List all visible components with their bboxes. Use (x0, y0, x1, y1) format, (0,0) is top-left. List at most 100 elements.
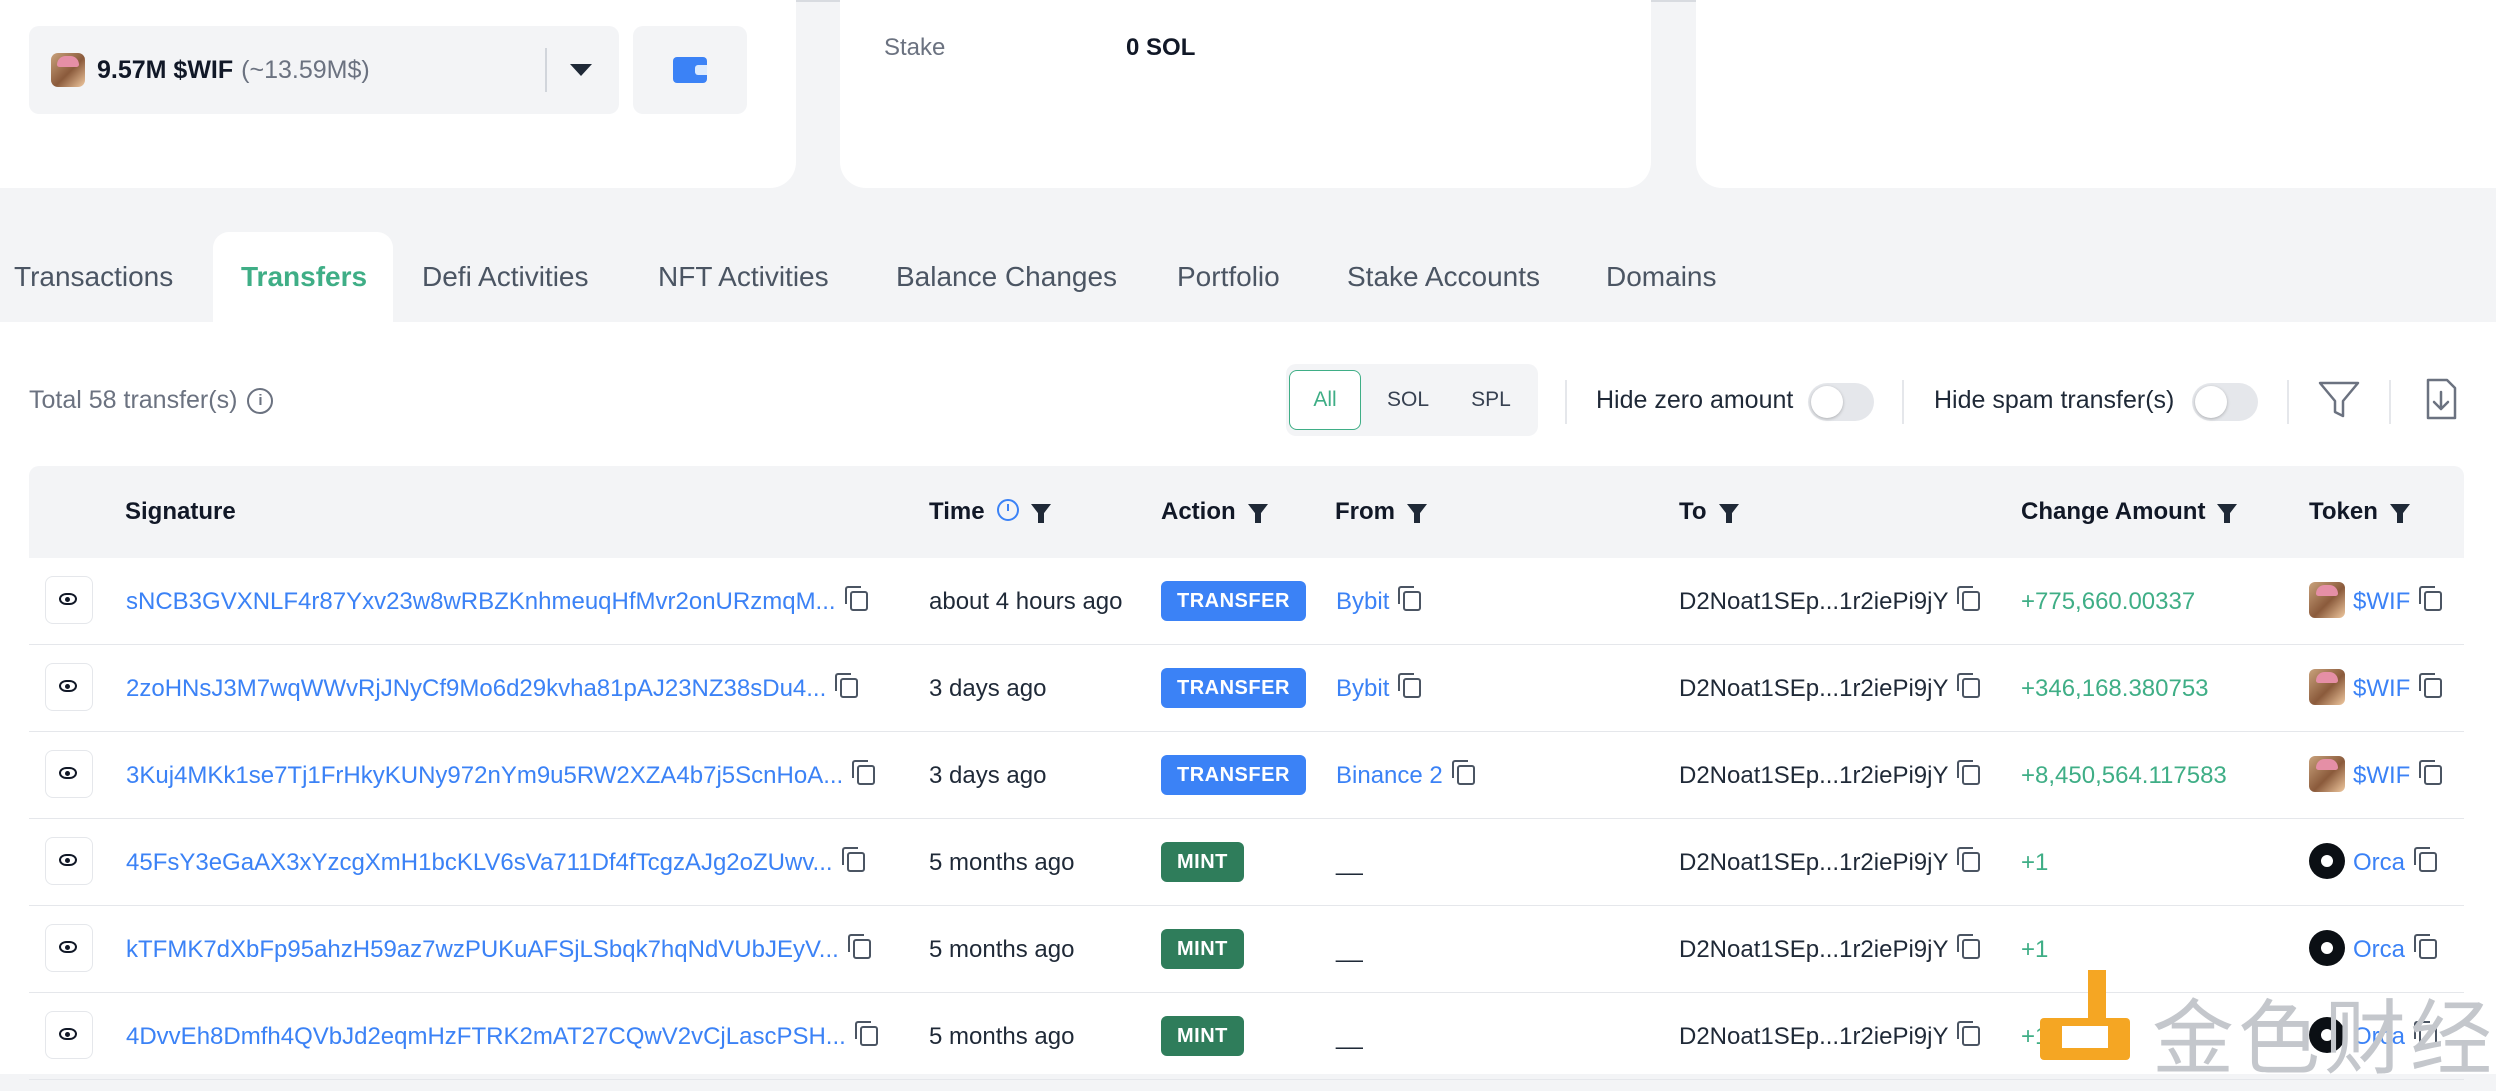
copy-icon[interactable] (1957, 933, 1981, 959)
token-link[interactable]: Orca (2353, 849, 2405, 876)
segment-sol[interactable]: SOL (1370, 370, 1446, 430)
view-details-button[interactable] (45, 837, 93, 885)
to-address: D2Noat1SEp...1r2iePi9jY (1679, 675, 1949, 702)
clock-icon[interactable] (996, 499, 1019, 521)
signature-link[interactable]: 45FsY3eGaAX3xYzcgXmH1bcKLV6sVa711Df4fTcg… (126, 849, 833, 876)
info-card (1696, 0, 2496, 188)
copy-icon[interactable] (1957, 585, 1981, 611)
type-filter-segmented: All SOL SPL (1286, 364, 1538, 436)
total-transfers-text: Total 58 transfer(s) (29, 386, 238, 414)
col-signature: Signature (125, 498, 236, 525)
col-time: Time (929, 466, 1051, 558)
copy-icon[interactable] (2414, 846, 2438, 872)
copy-icon[interactable] (847, 933, 871, 959)
filter-icon[interactable] (1407, 504, 1427, 523)
segment-all[interactable]: All (1289, 370, 1361, 430)
signature-link[interactable]: 2zoHNsJ3M7wqWWvRjJNyCf9Mo6d29kvha81pAJ23… (126, 675, 826, 702)
signature-link[interactable]: sNCB3GVXNLF4r87Yxv23w8wRBZKnhmeuqHfMvr2o… (126, 588, 836, 615)
filter-icon[interactable] (1030, 504, 1051, 523)
tab-portfolio[interactable]: Portfolio (1149, 232, 1308, 322)
copy-icon[interactable] (1957, 759, 1981, 785)
stake-value: 0 SOL (1126, 34, 1196, 61)
token-link[interactable]: $WIF (2353, 588, 2410, 615)
tab-bar: Transactions Transfers Defi Activities N… (0, 232, 2496, 322)
filter-icon[interactable] (2217, 504, 2238, 523)
table-row: 45FsY3eGaAX3xYzcgXmH1bcKLV6sVa711Df4fTcg… (29, 819, 2464, 906)
eye-icon (59, 767, 77, 779)
action-badge: TRANSFER (1161, 580, 1306, 621)
watermark: 金色财经 (2040, 966, 2496, 1087)
col-from-label: From (1335, 498, 1395, 525)
tab-domains[interactable]: Domains (1578, 232, 1744, 322)
signature-link[interactable]: 4DvvEh8Dmfh4QVbJd2eqmHzFTRK2mAT27CQwV2vC… (126, 1023, 846, 1050)
copy-icon[interactable] (1957, 846, 1981, 872)
table-row: sNCB3GVXNLF4r87Yxv23w8wRBZKnhmeuqHfMvr2o… (29, 558, 2464, 645)
signature-link[interactable]: 3Kuj4MKk1se7Tj1FrHkyKUNy972nYm9u5RW2XZA4… (126, 762, 843, 789)
view-details-button[interactable] (45, 924, 93, 972)
to-address: D2Noat1SEp...1r2iePi9jY (1679, 936, 1949, 963)
copy-icon[interactable] (1957, 672, 1981, 698)
filter-icon[interactable] (1247, 504, 1268, 523)
orca-token-icon (2309, 929, 2345, 966)
eye-icon (59, 680, 77, 692)
wallet-button[interactable] (633, 26, 747, 114)
copy-icon[interactable] (1398, 672, 1422, 698)
tab-transfers[interactable]: Transfers (213, 232, 393, 322)
copy-icon[interactable] (844, 585, 868, 611)
from-link[interactable]: Bybit (1336, 588, 1389, 615)
copy-icon[interactable] (1451, 759, 1475, 785)
hide-zero-toggle[interactable] (1808, 383, 1874, 421)
table-row: 3Kuj4MKk1se7Tj1FrHkyKUNy972nYm9u5RW2XZA4… (29, 732, 2464, 819)
action-badge: TRANSFER (1161, 667, 1306, 708)
orca-token-icon (2309, 842, 2345, 879)
from-empty: __ (1336, 849, 1363, 876)
token-link[interactable]: $WIF (2353, 675, 2410, 702)
copy-icon[interactable] (854, 1020, 878, 1046)
copy-icon[interactable] (2419, 585, 2443, 611)
from-link[interactable]: Binance 2 (1336, 762, 1443, 789)
tab-balance-changes[interactable]: Balance Changes (868, 232, 1145, 322)
token-link[interactable]: Orca (2353, 936, 2405, 963)
copy-icon[interactable] (835, 672, 859, 698)
token-selector[interactable]: 9.57M $WIF (~13.59M$) (29, 26, 619, 114)
copy-icon[interactable] (2419, 759, 2443, 785)
signature-link[interactable]: kTFMK7dXbFp95ahzH59az7wzPUKuAFSjLSbqk7hq… (126, 936, 839, 963)
token-amount: 9.57M $WIF (97, 55, 234, 84)
hide-spam-toggle[interactable] (2192, 383, 2258, 421)
toolbar-divider (1902, 380, 1904, 424)
balance-card: 9.57M $WIF (~13.59M$) (0, 0, 796, 188)
filter-icon[interactable] (2389, 504, 2410, 523)
table-header: Signature Time Action From To Change Amo… (29, 466, 2464, 558)
token-link[interactable]: $WIF (2353, 762, 2410, 789)
stake-label: Stake (884, 34, 946, 61)
tab-transactions[interactable]: Transactions (0, 232, 201, 322)
from-link[interactable]: Bybit (1336, 675, 1389, 702)
change-amount: +346,168.380753 (2021, 675, 2209, 702)
wif-token-icon (2309, 668, 2345, 705)
view-details-button[interactable] (45, 663, 93, 711)
copy-icon[interactable] (841, 846, 865, 872)
filter-icon[interactable] (2316, 376, 2362, 422)
download-icon[interactable] (2418, 376, 2464, 422)
view-details-button[interactable] (45, 576, 93, 624)
tab-nft-activities[interactable]: NFT Activities (630, 232, 857, 322)
view-details-button[interactable] (45, 1011, 93, 1059)
action-badge: MINT (1161, 1015, 1244, 1056)
tab-stake-accounts[interactable]: Stake Accounts (1319, 232, 1568, 322)
tab-defi-activities[interactable]: Defi Activities (394, 232, 617, 322)
copy-icon[interactable] (1398, 585, 1422, 611)
action-badge: MINT (1161, 841, 1244, 882)
action-badge: TRANSFER (1161, 754, 1306, 795)
copy-icon[interactable] (1957, 1020, 1981, 1046)
segment-spl[interactable]: SPL (1452, 370, 1530, 430)
copy-icon[interactable] (852, 759, 876, 785)
filter-icon[interactable] (1718, 504, 1739, 523)
watermark-logo (2040, 970, 2130, 1060)
copy-icon[interactable] (2419, 672, 2443, 698)
copy-icon[interactable] (2414, 933, 2438, 959)
info-icon[interactable]: i (247, 387, 274, 414)
token-usd-value: (~13.59M$) (241, 55, 370, 84)
view-details-button[interactable] (45, 750, 93, 798)
chevron-down-icon[interactable] (570, 64, 592, 76)
time-cell: 5 months ago (929, 936, 1075, 963)
